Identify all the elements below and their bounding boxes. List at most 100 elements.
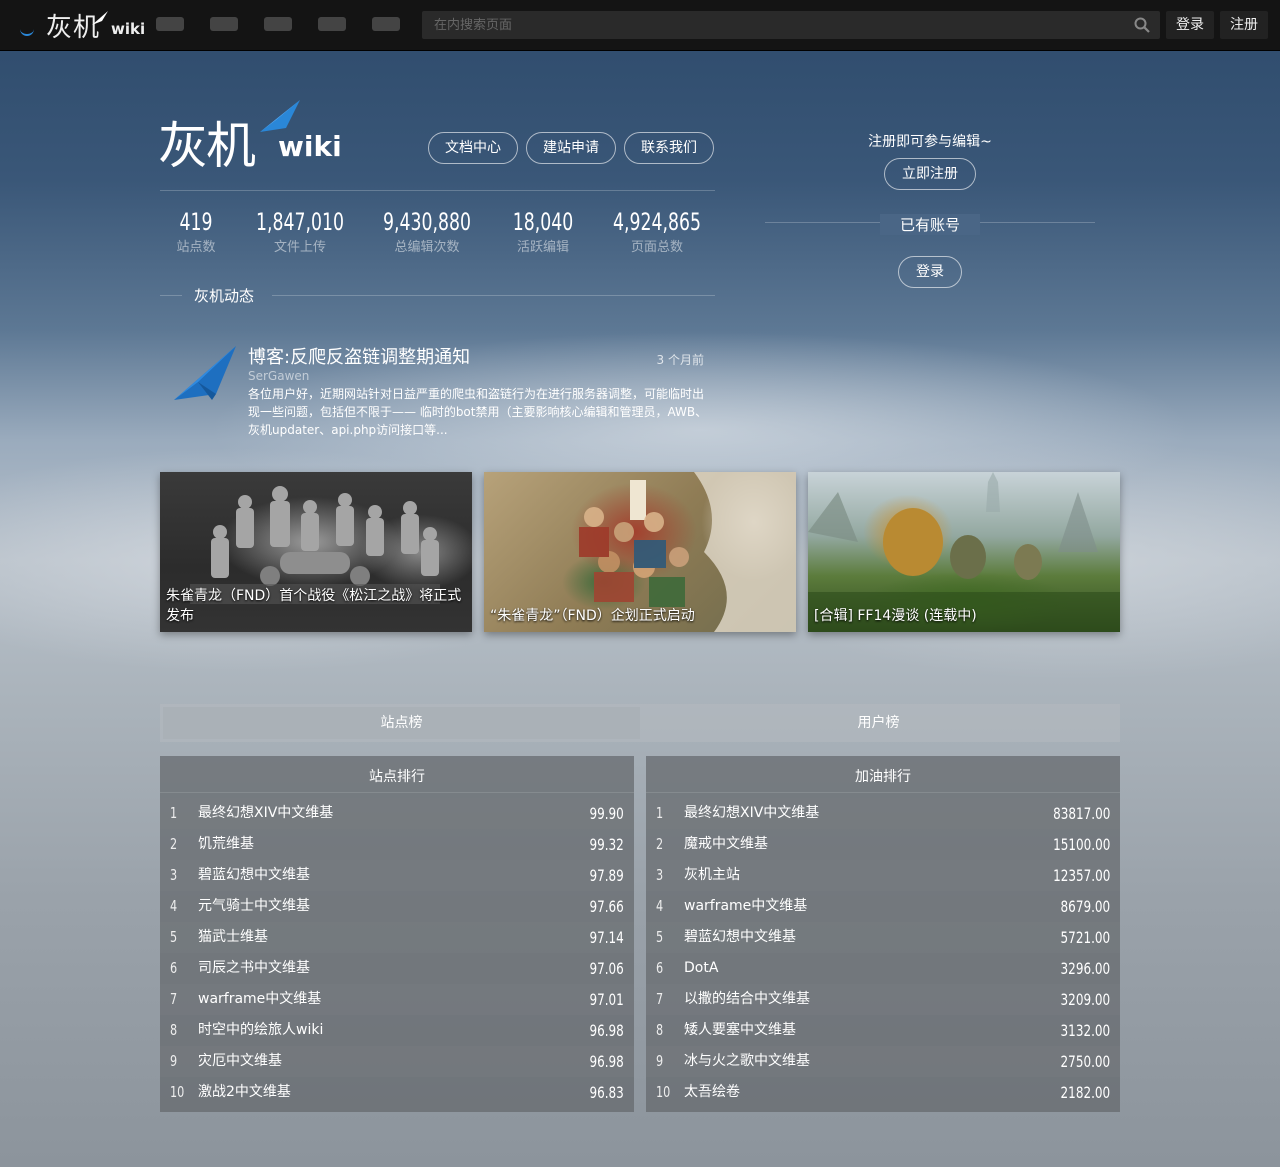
wiki-name[interactable]: 魔戒中文维基	[684, 829, 768, 860]
wiki-name[interactable]: warframe中文维基	[198, 984, 321, 1015]
rank-number: 5	[170, 928, 178, 946]
table-row[interactable]: 3 灰机主站 12357.00	[646, 860, 1120, 891]
table-row[interactable]: 8 矮人要塞中文维基 3132.00	[646, 1015, 1120, 1046]
rank-number: 9	[170, 1052, 178, 1070]
wiki-name[interactable]: 司辰之书中文维基	[198, 953, 310, 984]
site-logo[interactable]: 灰机 wiki	[20, 8, 146, 43]
nav-placeholder-5[interactable]	[372, 17, 400, 31]
wiki-name[interactable]: 最终幻想XIV中文维基	[684, 798, 819, 829]
rank-number: 6	[170, 959, 178, 977]
rank-number: 1	[170, 804, 178, 822]
rank-number: 1	[656, 804, 664, 822]
news-title[interactable]: 博客:反爬反盗链调整期通知	[248, 343, 470, 369]
table-row[interactable]: 9 灾厄中文维基 96.98	[160, 1046, 634, 1077]
stat-sites: 419 站点数	[160, 208, 232, 255]
search-input[interactable]	[422, 11, 1122, 39]
top-navbar: 灰机 wiki 登录 注册	[0, 0, 1280, 51]
wiki-name[interactable]: warframe中文维基	[684, 891, 807, 922]
rank-score: 3209.00	[1060, 990, 1110, 1009]
table-row[interactable]: 10 太吾绘卷 2182.00	[646, 1077, 1120, 1108]
tab-site-ranking[interactable]: 站点榜	[163, 707, 640, 739]
news-author[interactable]: SerGawen	[248, 369, 309, 383]
wiki-name[interactable]: 矮人要塞中文维基	[684, 1015, 796, 1046]
wiki-name[interactable]: 灾厄中文维基	[198, 1046, 282, 1077]
stat-value: 4,924,865	[613, 208, 701, 236]
rank-number: 10	[170, 1083, 185, 1101]
wiki-name[interactable]: 冰与火之歌中文维基	[684, 1046, 810, 1077]
wiki-name[interactable]: 碧蓝幻想中文维基	[198, 860, 310, 891]
table-row[interactable]: 7 warframe中文维基 97.01	[160, 984, 634, 1015]
table-row[interactable]: 3 碧蓝幻想中文维基 97.89	[160, 860, 634, 891]
wiki-name[interactable]: 最终幻想XIV中文维基	[198, 798, 333, 829]
rank-score: 97.01	[589, 990, 624, 1009]
rank-number: 7	[656, 990, 664, 1008]
feature-card-2[interactable]: “朱雀青龙”（FND）企划正式启动	[484, 472, 796, 632]
apply-site-button[interactable]: 建站申请	[526, 132, 616, 164]
table-row[interactable]: 6 DotA 3296.00	[646, 953, 1120, 984]
table-row[interactable]: 9 冰与火之歌中文维基 2750.00	[646, 1046, 1120, 1077]
stat-label: 总编辑次数	[394, 240, 460, 255]
rank-score: 99.32	[589, 835, 624, 854]
stat-value: 18,040	[512, 208, 574, 236]
rank-number: 3	[656, 866, 664, 884]
table-row[interactable]: 7 以撒的结合中文维基 3209.00	[646, 984, 1120, 1015]
signup-now-button[interactable]: 立即注册	[884, 158, 976, 190]
table-row[interactable]: 1 最终幻想XIV中文维基 83817.00	[646, 798, 1120, 829]
login-button[interactable]: 登录	[1166, 11, 1214, 39]
table-row[interactable]: 2 魔戒中文维基 15100.00	[646, 829, 1120, 860]
rank-number: 8	[170, 1021, 178, 1039]
rank-score: 97.06	[589, 959, 624, 978]
table-row[interactable]: 10 激战2中文维基 96.83	[160, 1077, 634, 1108]
wiki-name[interactable]: 时空中的绘旅人wiki	[198, 1015, 323, 1046]
wiki-name[interactable]: 碧蓝幻想中文维基	[684, 922, 796, 953]
magnifier-icon[interactable]	[1134, 17, 1150, 33]
table-row[interactable]: 4 warframe中文维基 8679.00	[646, 891, 1120, 922]
stat-label: 页面总数	[630, 240, 683, 255]
wiki-name[interactable]: 饥荒维基	[198, 829, 254, 860]
nav-placeholder-4[interactable]	[318, 17, 346, 31]
rank-score: 83817.00	[1052, 804, 1110, 823]
tab-user-ranking[interactable]: 用户榜	[640, 707, 1117, 739]
stat-pages: 4,924,865 页面总数	[596, 208, 718, 255]
feature-card-1[interactable]: 朱雀青龙（FND）首个战役《松江之战》将正式发布	[160, 472, 472, 632]
nav-placeholder-3[interactable]	[264, 17, 292, 31]
table-row[interactable]: 8 时空中的绘旅人wiki 96.98	[160, 1015, 634, 1046]
stat-label: 站点数	[176, 240, 216, 255]
nav-placeholder-1[interactable]	[156, 17, 184, 31]
table-row[interactable]: 4 元气骑士中文维基 97.66	[160, 891, 634, 922]
rank-score: 96.98	[589, 1021, 624, 1040]
register-button[interactable]: 注册	[1220, 11, 1268, 39]
table-row[interactable]: 5 碧蓝幻想中文维基 5721.00	[646, 922, 1120, 953]
rank-number: 5	[656, 928, 664, 946]
paper-plane-icon	[92, 11, 109, 25]
wiki-name[interactable]: 激战2中文维基	[198, 1077, 291, 1108]
rank-score: 3132.00	[1060, 1021, 1110, 1040]
table-row[interactable]: 5 猫武士维基 97.14	[160, 922, 634, 953]
logo-text-en: wiki	[111, 20, 146, 38]
wiki-name[interactable]: 以撒的结合中文维基	[684, 984, 810, 1015]
table-row[interactable]: 6 司辰之书中文维基 97.06	[160, 953, 634, 984]
wiki-name[interactable]: DotA	[684, 953, 718, 984]
rank-number: 4	[656, 897, 664, 915]
stat-active-editors: 18,040 活跃编辑	[496, 208, 590, 255]
nav-placeholder-2[interactable]	[210, 17, 238, 31]
rank-score: 97.66	[589, 897, 624, 916]
rank-number: 3	[170, 866, 178, 884]
stat-uploads: 1,847,010 文件上传	[240, 208, 360, 255]
wiki-name[interactable]: 元气骑士中文维基	[198, 891, 310, 922]
feature-card-3[interactable]: [合辑] FF14漫谈 (连载中)	[808, 472, 1120, 632]
contact-button[interactable]: 联系我们	[624, 132, 714, 164]
wiki-name[interactable]: 太吾绘卷	[684, 1077, 740, 1108]
table-body: 1 最终幻想XIV中文维基 99.90 2 饥荒维基 99.32 3 碧蓝幻想中文维基 97.8…	[160, 798, 634, 1108]
table-row[interactable]: 2 饥荒维基 99.32	[160, 829, 634, 860]
paper-plane-icon	[260, 100, 300, 132]
docs-button[interactable]: 文档中心	[428, 132, 518, 164]
wiki-name[interactable]: 灰机主站	[684, 860, 740, 891]
card-caption: [合辑] FF14漫谈 (连载中)	[814, 608, 977, 624]
side-login-button[interactable]: 登录	[898, 256, 962, 288]
stat-label: 文件上传	[273, 240, 326, 255]
wiki-name[interactable]: 猫武士维基	[198, 922, 268, 953]
site-ranking-table: 站点排行 1 最终幻想XIV中文维基 99.90 2 饥荒维基 99.32 3 碧蓝幻想中文维…	[160, 756, 634, 1112]
stat-edits: 9,430,880 总编辑次数	[366, 208, 488, 255]
table-row[interactable]: 1 最终幻想XIV中文维基 99.90	[160, 798, 634, 829]
